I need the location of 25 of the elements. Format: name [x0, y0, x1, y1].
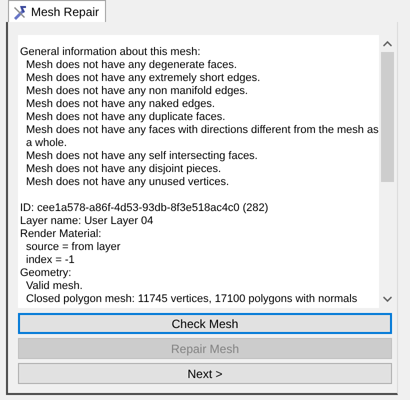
- report-line: Valid mesh.: [26, 280, 84, 293]
- report-text-area[interactable]: [18, 35, 395, 308]
- report-line: Mesh does not have any non manifold edges.: [26, 85, 249, 98]
- report-line: ID: cee1a578-a86f-4d53-93db-8f3e518ac4c0 (282): [20, 202, 270, 215]
- report-line: Render Material:: [20, 228, 102, 241]
- report-line: index = -1: [26, 254, 76, 267]
- report-line: Closed polygon mesh: 11745 vertices, 17100 polygons with normals: [26, 293, 358, 306]
- report-line: Mesh does not have any unused vertices.: [26, 176, 230, 189]
- action-button[interactable]: Check Mesh: [18, 313, 392, 334]
- report-line: Mesh does not have any duplicate faces.: [26, 111, 226, 124]
- report-line: Mesh does not have any faces with directions different from the mesh as a whole.: [26, 124, 379, 150]
- report-line: Mesh does not have any extremely short edges.: [26, 72, 262, 85]
- report-line: source = from layer: [26, 241, 122, 254]
- action-button[interactable]: Next >: [18, 363, 392, 384]
- report-line: Layer name: User Layer 04: [20, 215, 154, 228]
- tools-icon: [12, 4, 28, 20]
- report-line: Mesh does not have any disjoint pieces.: [26, 163, 222, 176]
- report-line: Mesh does not have any degenerate faces.: [26, 59, 238, 72]
- scroll-up-icon: [382, 41, 392, 47]
- scroll-down-icon: [382, 296, 392, 302]
- report-line: Geometry:: [20, 267, 72, 280]
- mesh-repair-tab[interactable]: Mesh Repair: [8, 0, 106, 22]
- report-line: Mesh does not have any naked edges.: [26, 98, 216, 111]
- report-line: General information about this mesh:: [20, 46, 202, 59]
- report-line: Mesh does not have any self intersecting faces.: [26, 150, 259, 163]
